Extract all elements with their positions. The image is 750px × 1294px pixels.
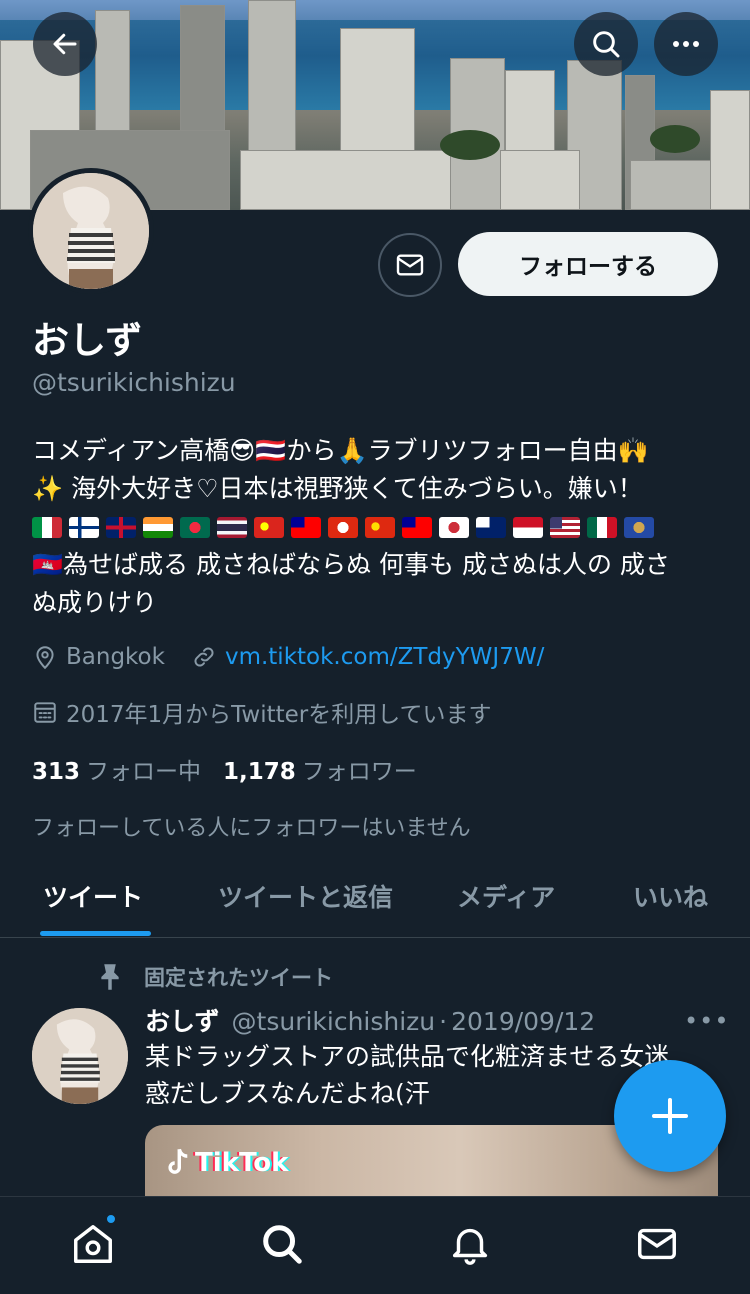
mexico-flag [587, 516, 617, 538]
bio-flags-row [32, 508, 722, 546]
vietnam-flag [254, 516, 284, 538]
following-stat[interactable]: 313 フォロー中 [32, 752, 201, 786]
search-button[interactable] [574, 12, 638, 76]
followers-count: 1,178 [223, 759, 296, 785]
active-tab-indicator [40, 931, 151, 936]
taiwan-flag [291, 516, 321, 538]
followers-stat[interactable]: 1,178 フォロワー [223, 752, 417, 786]
tweet-author-name[interactable]: おしず [145, 1002, 220, 1038]
avatar-image [33, 173, 149, 289]
tweet-date[interactable]: 2019/09/12 [451, 1007, 595, 1036]
profile-tabs: ツイート ツイートと返信 メディア いいね [0, 850, 750, 938]
australia-flag [476, 516, 506, 538]
calendar-icon [34, 702, 56, 723]
website-link[interactable]: vm.tiktok.com/ZTdyYWJ7W/ [225, 644, 544, 670]
tweet-author-handle: @tsurikichishizu [231, 1007, 436, 1036]
tiktok-label: TikTok [195, 1148, 289, 1178]
tweet-author-avatar[interactable] [32, 1008, 128, 1104]
bio-line: コメディアン高橋😎🇹🇭から🙏ラブリツフォロー自由🙌 [32, 436, 649, 465]
usa-flag [550, 516, 580, 538]
tweet-header: おしず @tsurikichishizu · 2019/09/12 [145, 1002, 595, 1038]
thailand-flag [217, 516, 247, 538]
compose-tweet-button[interactable] [614, 1060, 726, 1172]
map-pin-icon [36, 646, 54, 670]
tweet-separator: · [439, 1007, 448, 1036]
tiktok-logo-icon [168, 1148, 188, 1174]
profile-bio: コメディアン高橋😎🇹🇭から🙏ラブリツフォロー自由🙌 ✨ 海外大好き♡日本は視野狭… [32, 432, 722, 622]
banner-tree [440, 130, 500, 160]
tweet-text-line: 某ドラッグストアの試供品で化粧済ませる女迷 [145, 1042, 670, 1071]
more-button[interactable] [654, 12, 718, 76]
bio-line: ぬ成りけり [32, 588, 158, 617]
banner-building [710, 90, 750, 210]
avatar-image [32, 1008, 128, 1104]
tab-tweets-and-replies[interactable]: ツイートと返信 [218, 878, 393, 914]
tab-likes[interactable]: いいね [633, 878, 708, 914]
joined-date: 2017年1月からTwitterを利用しています [66, 702, 492, 728]
location-text: Bangkok [66, 644, 165, 670]
display-name: おしず [32, 319, 143, 362]
indonesia-flag [513, 516, 543, 538]
followers-label: フォロワー [301, 759, 417, 785]
follow-button[interactable]: フォローする [458, 232, 718, 296]
bottom-navigation [0, 1196, 750, 1294]
bio-line: 🇰🇭為せば成る 成さねばならぬ 何事も 成さぬは人の 成さ [32, 550, 670, 579]
pin-icon [101, 964, 119, 990]
bio-line: ✨ 海外大好き♡日本は視野狭くて住みづらい。嫌い！ [32, 474, 643, 503]
tab-tweets[interactable]: ツイート [43, 878, 143, 914]
pinned-tweet-label: 固定されたツイート [144, 966, 333, 990]
taiwan-flag-2 [402, 516, 432, 538]
search-icon[interactable] [259, 1221, 305, 1267]
follow-stats: 313 フォロー中 1,178 フォロワー [32, 752, 417, 786]
uk-flag [106, 516, 136, 538]
tiktok-watermark: TikTok [163, 1147, 288, 1179]
messages-envelope-icon[interactable] [634, 1221, 680, 1267]
link-icon [194, 647, 214, 667]
followers-you-know-note: フォローしている人にフォロワーはいません [32, 816, 471, 841]
more-horizontal-icon [673, 41, 699, 47]
china-flag [365, 516, 395, 538]
message-button[interactable] [378, 233, 442, 297]
user-handle: @tsurikichishizu [32, 368, 236, 397]
envelope-icon [396, 254, 424, 276]
banner-tree [650, 125, 700, 153]
hong-kong-flag [328, 516, 358, 538]
profile-meta-row: Bangkok vm.tiktok.com/ZTdyYWJ7W/ [32, 644, 544, 670]
pinned-label-row: 固定されたツイート [96, 962, 333, 992]
india-flag [143, 516, 173, 538]
kosovo-flag [624, 516, 654, 538]
home-icon[interactable] [70, 1221, 116, 1267]
arrow-left-icon [53, 33, 77, 55]
plus-icon [652, 1098, 688, 1134]
notifications-bell-icon[interactable] [447, 1221, 493, 1267]
korea-flag [439, 516, 469, 538]
joined-row: 2017年1月からTwitterを利用しています [32, 695, 492, 729]
home-notification-dot [105, 1213, 117, 1225]
search-icon [593, 31, 620, 58]
italy-flag [32, 516, 62, 538]
finland-flag [69, 516, 99, 538]
tweet-more-button[interactable]: ••• [684, 1007, 729, 1035]
following-label: フォロー中 [86, 759, 202, 785]
back-button[interactable] [33, 12, 97, 76]
bangladesh-flag [180, 516, 210, 538]
following-count: 313 [32, 759, 81, 785]
profile-avatar[interactable] [28, 168, 154, 294]
tab-media[interactable]: メディア [457, 878, 555, 914]
banner-building [500, 150, 580, 210]
